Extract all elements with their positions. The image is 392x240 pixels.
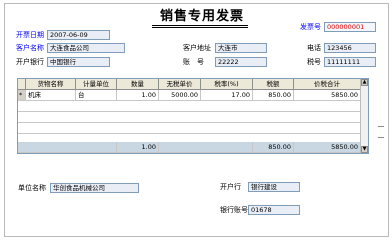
total-quantity: 1.00 [117,142,159,153]
empty-row[interactable] [18,123,361,134]
bank-account-label: 银行账号 [220,206,248,214]
unit-name-label: 单位名称 [18,184,46,192]
account-label: 账 号 [183,58,204,66]
title-underline-2 [152,27,248,28]
divider [378,137,384,138]
totals-row-label [18,142,117,153]
invoice-title: 销售专用发票 [160,9,245,24]
col-header-price[interactable]: 无税单价 [159,79,201,90]
cell-goods-name[interactable]: 机床 [26,90,76,101]
empty-row[interactable] [18,101,361,112]
cell-price[interactable]: 5000.00 [159,90,201,101]
account-field[interactable]: 22222 [215,57,267,67]
customer-name-label: 客户名称 [16,44,44,52]
cell-tax-rate[interactable]: 17.00 [201,90,253,101]
col-header-unit[interactable]: 计量单位 [76,79,117,90]
totals-row-spacer [159,142,253,153]
col-header-total[interactable]: 价税合计 [294,79,361,90]
bank-account-field[interactable]: 01678 [248,205,300,215]
open-bank-field[interactable]: 银行建设 [248,182,300,192]
scroll-down-icon[interactable]: ▼ [361,146,368,153]
grid-corner-header [18,79,26,90]
customer-address-label: 客户地址 [183,44,211,52]
total-amount: 5850.00 [294,142,361,153]
unit-name-field[interactable]: 华创食品机械公司 [50,183,139,193]
bank-label: 开户银行 [16,58,44,66]
date-label: 开票日期 [16,31,44,39]
invoice-number-field[interactable]: 000000001 [324,22,376,32]
tax-number-label: 税号 [307,58,321,66]
date-field[interactable]: 2007-06-09 [47,30,110,40]
col-header-tax-rate[interactable]: 税率(%) [201,79,253,90]
empty-row[interactable] [18,112,361,123]
open-bank-label: 开户行 [220,183,241,191]
divider [378,126,384,127]
row-marker[interactable]: * [18,90,26,101]
col-header-tax[interactable]: 税额 [253,79,294,90]
cell-total[interactable]: 5850.00 [294,90,361,101]
cell-quantity[interactable]: 1.00 [117,90,159,101]
customer-address-field[interactable]: 大连市 [215,43,267,53]
tax-number-field[interactable]: 11111111 [324,57,376,67]
title-underline [152,25,248,26]
invoice-items-grid[interactable]: 货物名称 计量单位 数量 无税单价 税率(%) 税额 价税合计 * 机床 台 1… [17,78,369,154]
phone-field[interactable]: 123456 [324,43,376,53]
bank-field[interactable]: 中国银行 [47,57,110,67]
cell-tax[interactable]: 850.00 [253,90,294,101]
col-header-quantity[interactable]: 数量 [117,79,159,90]
invoice-number-label: 发票号 [300,23,321,31]
total-tax: 850.00 [253,142,294,153]
col-header-goods-name[interactable]: 货物名称 [26,79,76,90]
phone-label: 电话 [307,44,321,52]
grid-vertical-scrollbar[interactable]: ▲ ▼ [360,79,368,153]
customer-name-field[interactable]: 大连食品公司 [47,43,125,53]
cell-unit[interactable]: 台 [76,90,117,101]
scroll-up-icon[interactable]: ▲ [361,79,368,86]
